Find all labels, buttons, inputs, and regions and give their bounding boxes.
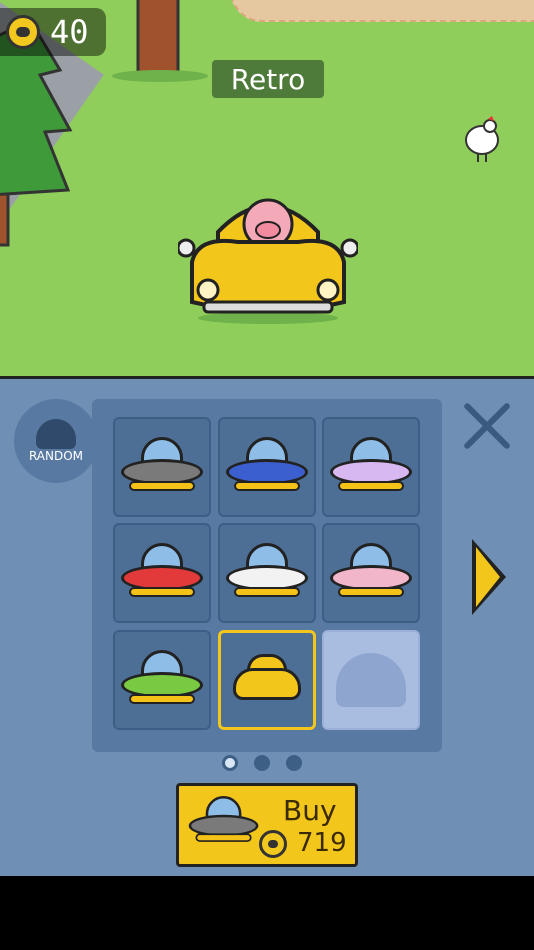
vehicle-slot-retro-car[interactable] <box>218 630 316 730</box>
buy-label: Buy <box>283 794 337 827</box>
vehicle-name-label: Retro <box>212 60 324 98</box>
page-dot[interactable] <box>222 755 238 771</box>
pig-car-icon <box>178 198 358 324</box>
ufo-icon <box>119 650 205 710</box>
vehicle-slot-red-ufo[interactable] <box>113 523 211 623</box>
page-dot[interactable] <box>254 755 270 771</box>
ufo-icon <box>328 543 414 603</box>
ufo-icon <box>119 437 205 497</box>
next-page-arrow-icon[interactable] <box>472 539 506 615</box>
vehicle-slot-green-ufo[interactable] <box>113 630 211 730</box>
buy-price: 719 <box>297 828 347 858</box>
coin-counter: 40 <box>0 8 106 56</box>
bottom-bar <box>0 876 534 950</box>
page-indicator <box>222 755 302 771</box>
ufo-icon <box>119 543 205 603</box>
vehicle-slot-white-ufo[interactable] <box>218 523 316 623</box>
ufo-icon <box>224 437 310 497</box>
random-label: RANDOM <box>28 449 84 463</box>
game-scene: 40 Retro <box>0 0 534 376</box>
buy-ufo-icon <box>187 796 260 847</box>
vehicle-slot-donut-ufo[interactable] <box>322 523 420 623</box>
random-button[interactable]: RANDOM <box>14 399 98 483</box>
coin-icon <box>259 830 287 858</box>
close-icon[interactable] <box>460 397 516 453</box>
ufo-icon <box>224 543 310 603</box>
locked-ghost-icon <box>336 653 406 707</box>
vehicle-slot-locked[interactable] <box>322 630 420 730</box>
vehicle-slot-striped-purple-ufo[interactable] <box>322 417 420 517</box>
random-ghost-icon <box>36 419 76 449</box>
coin-count: 40 <box>50 13 89 51</box>
vehicle-slot-gray-ufo[interactable] <box>113 417 211 517</box>
car-icon <box>227 648 307 712</box>
vehicle-slot-blue-ufo[interactable] <box>218 417 316 517</box>
buy-button[interactable]: Buy 719 <box>176 783 358 867</box>
coin-icon <box>6 15 40 49</box>
chicken-icon <box>465 116 499 162</box>
shop-panel: RANDOM Buy 719 <box>0 376 534 879</box>
ufo-icon <box>328 437 414 497</box>
dirt-path <box>230 0 534 22</box>
page-dot[interactable] <box>286 755 302 771</box>
